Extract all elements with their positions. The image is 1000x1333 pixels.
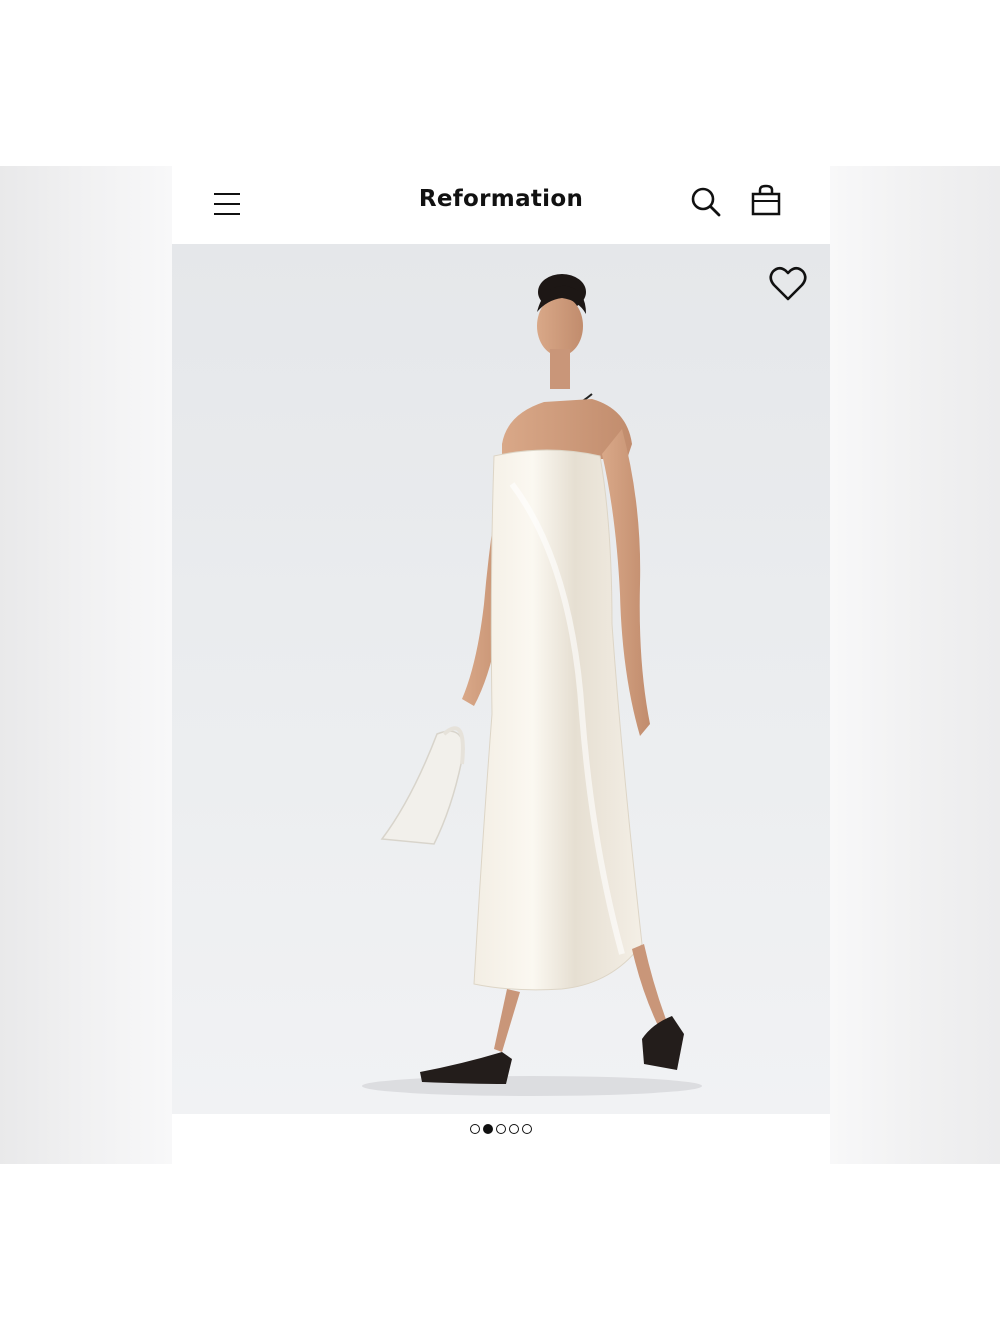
carousel-dot[interactable] [470,1124,480,1134]
shopping-bag-button[interactable] [746,180,786,220]
background-blur-left [0,166,172,1164]
search-icon [691,187,721,217]
model-in-white-satin-dress-photo [362,274,702,1096]
brand-logo[interactable]: Reformation [172,186,830,212]
favorite-button[interactable] [766,262,810,306]
product-image[interactable] [172,244,830,1114]
product-page: Reformation [172,166,830,1164]
background-blur-right [830,166,1000,1164]
search-button[interactable] [686,182,726,222]
carousel-pagination [172,1124,830,1134]
carousel-dot[interactable] [509,1124,519,1134]
hamburger-menu-icon [214,213,240,215]
carousel-dot[interactable] [483,1124,493,1134]
carousel-dot[interactable] [522,1124,532,1134]
shopping-bag-icon [751,184,781,216]
top-navigation-bar: Reformation [172,166,830,244]
heart-outline-icon [769,266,807,301]
carousel-dot[interactable] [496,1124,506,1134]
